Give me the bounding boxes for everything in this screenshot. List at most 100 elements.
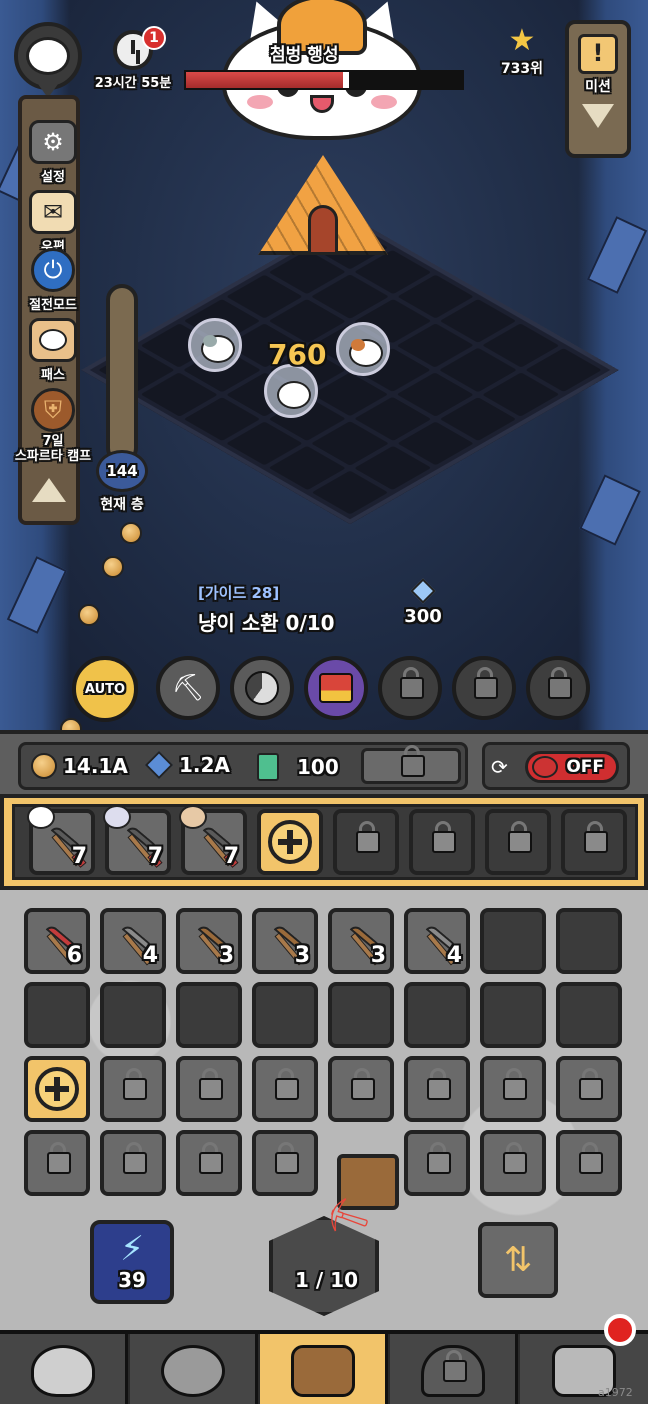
locked-inventory-slot[interactable] — [100, 1056, 166, 1122]
coin-icon — [78, 604, 100, 626]
chevron-down-icon[interactable] — [582, 104, 614, 128]
skill-locked[interactable] — [452, 656, 516, 720]
mission-label: 미션 — [585, 79, 611, 95]
locked-inventory-slot[interactable] — [328, 1056, 394, 1122]
ticket-icon — [257, 753, 279, 781]
tab-forge[interactable] — [260, 1334, 388, 1404]
inventory-slot[interactable]: 3 — [176, 908, 242, 974]
cat-face-icon — [26, 37, 70, 75]
coin-icon — [31, 753, 57, 779]
inventory-slot[interactable]: 4 — [404, 908, 470, 974]
rank-label: 733위 — [500, 61, 544, 77]
lock-icon — [401, 745, 425, 777]
skill-cooldown[interactable] — [230, 656, 294, 720]
locked-inventory-slot[interactable] — [100, 1130, 166, 1196]
add-equip-slot-button[interactable] — [257, 809, 323, 875]
lightning-boost-button[interactable]: ⚡ 39 — [90, 1220, 174, 1304]
gem-resource: 1.2A — [144, 750, 230, 780]
sidebar-item-settings[interactable]: ⚙ 설정 — [12, 120, 94, 185]
skill-drill[interactable]: ⛏ — [156, 656, 220, 720]
auto-button[interactable]: AUTO — [72, 656, 138, 722]
inventory-slot[interactable]: 3 — [328, 908, 394, 974]
game-scene[interactable]: 첨벙 행성 ⚙ 설정 ✉ 우편 ⏻ 절전모드 패스 ⛨ 7일 스파르타 캠프 1… — [0, 0, 648, 730]
forge-summon-button[interactable]: ⛏ 1 / 10 — [265, 1150, 399, 1320]
inventory-slot[interactable] — [556, 982, 622, 1048]
equip-slot[interactable]: 7 — [27, 805, 95, 875]
locked-inventory-slot[interactable] — [404, 1056, 470, 1122]
locked-equip-slot[interactable] — [561, 809, 627, 875]
locked-inventory-slot[interactable] — [480, 1130, 546, 1196]
shop-notification-dot — [604, 1314, 636, 1346]
lock-icon — [503, 1068, 527, 1100]
lock-icon — [420, 1345, 485, 1397]
sidebar-item-spartan-camp[interactable]: ⛨ 7일 스파르타 캠프 — [4, 388, 102, 464]
locked-inventory-slot[interactable] — [556, 1056, 622, 1122]
tab-locked[interactable] — [390, 1334, 518, 1404]
tab-upgrade[interactable] — [130, 1334, 258, 1404]
miner-cat[interactable] — [188, 318, 242, 372]
sidebar-collapse-arrow-icon[interactable] — [32, 478, 66, 502]
plus-icon — [35, 1067, 79, 1111]
miner-cat[interactable] — [336, 322, 390, 376]
locked-inventory-slot[interactable] — [176, 1130, 242, 1196]
expand-inventory-button[interactable] — [24, 1056, 90, 1122]
locked-inventory-slot[interactable] — [556, 1130, 622, 1196]
skill-card[interactable] — [304, 656, 368, 720]
locked-inventory-slot[interactable] — [176, 1056, 242, 1122]
lock-icon — [474, 667, 498, 699]
inventory-slot[interactable]: 4 — [100, 908, 166, 974]
auto-label: AUTO — [84, 681, 126, 697]
skill-locked[interactable] — [378, 656, 442, 720]
sidebar-item-pass[interactable]: 패스 — [12, 318, 94, 383]
cat-face-icon — [27, 805, 55, 829]
current-floor-indicator: 144 현재 층 — [90, 450, 154, 514]
forge-progress: 1 / 10 — [295, 1268, 358, 1292]
mission-button[interactable]: ! 미션 — [565, 20, 631, 158]
skill-locked[interactable] — [526, 656, 590, 720]
inventory-slot[interactable] — [328, 982, 394, 1048]
cat-face-icon — [179, 805, 207, 829]
equip-slot[interactable]: 7 — [179, 805, 247, 875]
trophy-icon: ★ — [508, 23, 536, 58]
inventory-slot[interactable] — [252, 982, 318, 1048]
inventory-slot[interactable] — [404, 982, 470, 1048]
camp-tent — [258, 135, 388, 255]
auto-sell-toggle[interactable]: OFF — [525, 751, 619, 783]
locked-inventory-slot[interactable] — [480, 1056, 546, 1122]
inventory-slot[interactable]: 3 — [252, 908, 318, 974]
inventory-slot[interactable] — [176, 982, 242, 1048]
lock-icon — [199, 1068, 223, 1100]
locked-inventory-slot[interactable] — [24, 1130, 90, 1196]
resource-bar: 14.1A 1.2A 100 ⟳ OFF — [0, 730, 648, 794]
swap-pickaxe-button[interactable]: ⇅ — [478, 1222, 558, 1298]
inventory-slot[interactable] — [480, 982, 546, 1048]
boss-hp-bar — [184, 70, 464, 90]
miner-cat[interactable] — [264, 364, 318, 418]
locked-equip-slot[interactable] — [409, 809, 475, 875]
event-timer[interactable]: 1 23시간 55분 — [92, 26, 174, 91]
locked-inventory-slot[interactable] — [404, 1130, 470, 1196]
inventory-slot[interactable] — [24, 982, 90, 1048]
locked-equip-slot[interactable] — [333, 809, 399, 875]
coin-icon — [102, 556, 124, 578]
equip-slot[interactable]: 7 — [103, 805, 171, 875]
locked-equip-slot[interactable] — [485, 809, 551, 875]
inventory-slot[interactable] — [100, 982, 166, 1048]
locked-inventory-slot[interactable] — [252, 1056, 318, 1122]
inventory-slot[interactable] — [480, 908, 546, 974]
cone-icon — [532, 756, 558, 778]
inventory-slot[interactable] — [556, 908, 622, 974]
lock-icon — [548, 667, 572, 699]
equipped-pickaxes: 7 7 7 — [0, 794, 648, 890]
guide-quest[interactable]: [가이드 28] 냥이 소환 0/10 — [198, 582, 335, 636]
lock-icon — [432, 821, 456, 853]
sidebar-item-power-save[interactable]: ⏻ 절전모드 — [12, 248, 94, 313]
locked-resource-slot[interactable] — [361, 745, 461, 784]
swap-arrows-icon: ⇅ — [503, 1240, 533, 1280]
refresh-pickaxe-icon: ⟳ — [491, 755, 508, 779]
inventory-slot[interactable]: 6 — [24, 908, 90, 974]
sidebar-item-mail[interactable]: ✉ 우편 — [12, 190, 94, 255]
profile-avatar[interactable] — [14, 22, 82, 102]
tab-cats[interactable] — [0, 1334, 128, 1404]
ranking-button[interactable]: ★ 733위 — [494, 24, 550, 78]
